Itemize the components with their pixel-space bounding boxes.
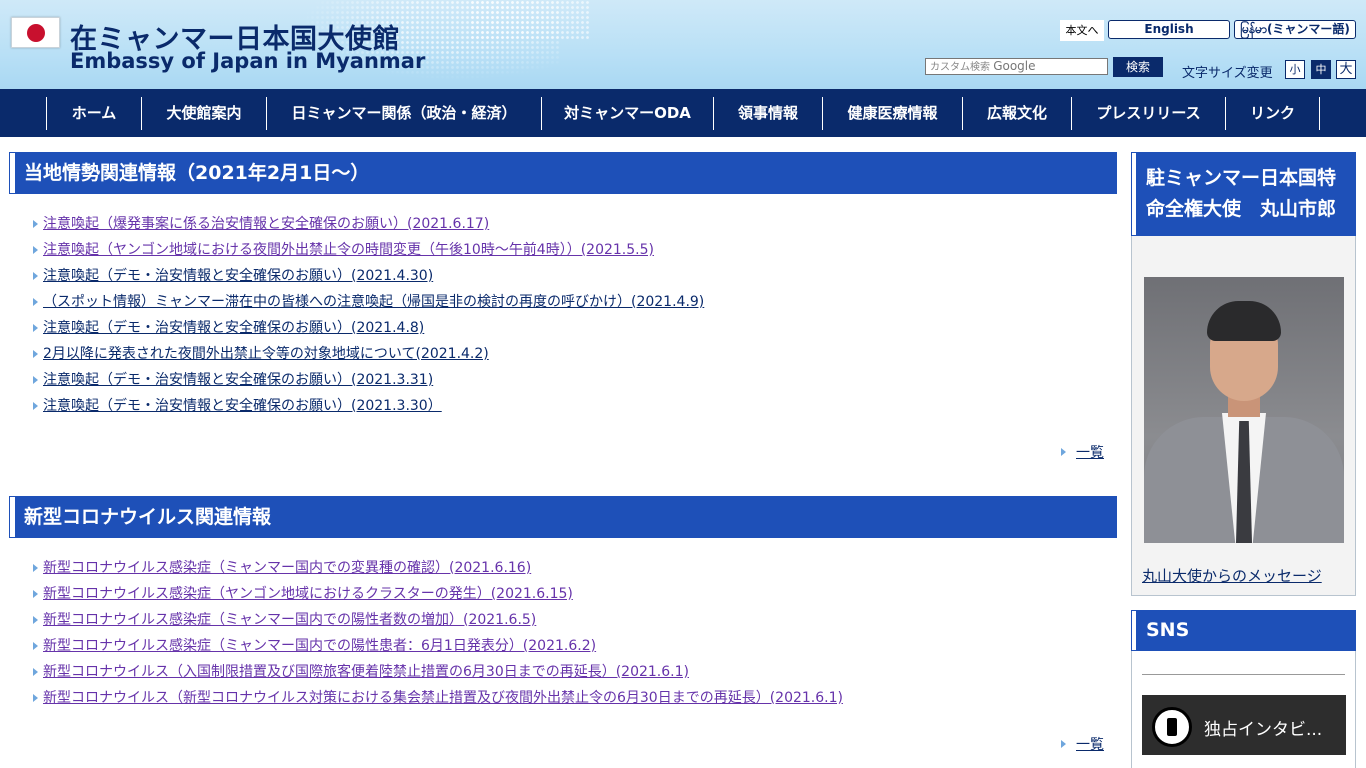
news-link[interactable]: 注意喚起（ヤンゴン地域における夜間外出禁止令の時間変更（午後10時〜午前4時））… bbox=[43, 242, 654, 258]
list-item: （スポット情報）ミャンマー滞在中の皆様への注意喚起（帰国是非の検討の再度の呼びか… bbox=[33, 289, 704, 315]
news-link[interactable]: 新型コロナウイルス感染症（ヤンゴン地域におけるクラスターの発生）(2021.6.… bbox=[43, 586, 573, 602]
nav-item-health[interactable]: 健康医療情報 bbox=[822, 97, 962, 130]
sns-box: SNS 独占インタビ... bbox=[1131, 610, 1356, 768]
arrow-icon bbox=[33, 220, 38, 228]
list-item: 注意喚起（デモ・治安情報と安全確保のお願い）(2021.4.30) bbox=[33, 263, 704, 289]
world-map-decoration-2 bbox=[470, 0, 590, 40]
news-link[interactable]: 注意喚起（デモ・治安情報と安全確保のお願い）(2021.3.31) bbox=[43, 372, 433, 388]
section-heading-local-situation: 当地情勢関連情報（2021年2月1日〜） bbox=[9, 152, 1117, 194]
site-header: 在ミャンマー日本国大使館 Embassy of Japan in Myanmar… bbox=[0, 0, 1366, 89]
font-size-label: 文字サイズ変更 bbox=[1182, 66, 1273, 81]
sns-heading: SNS bbox=[1131, 610, 1356, 651]
nav-item-links[interactable]: リンク bbox=[1225, 97, 1319, 130]
list-item: 注意喚起（デモ・治安情報と安全確保のお願い）(2021.3.31) bbox=[33, 367, 704, 393]
nav-item-press[interactable]: プレスリリース bbox=[1071, 97, 1225, 130]
news-link[interactable]: 新型コロナウイルス感染症（ミャンマー国内での変異種の確認）(2021.6.16) bbox=[43, 560, 531, 576]
arrow-icon bbox=[33, 590, 38, 598]
site-title-en[interactable]: Embassy of Japan in Myanmar bbox=[70, 49, 425, 73]
list-item: 新型コロナウイルス感染症（ミャンマー国内での陽性患者：6月1日発表分）(2021… bbox=[33, 633, 843, 659]
english-language-button[interactable]: English bbox=[1108, 20, 1230, 39]
ambassador-box: 駐ミャンマー日本国特命全権大使 丸山市郎 丸山大使からのメッセージ bbox=[1131, 152, 1356, 596]
nav-item-consular[interactable]: 領事情報 bbox=[713, 97, 822, 130]
channel-logo-icon bbox=[1152, 707, 1192, 747]
list-item: 注意喚起（デモ・治安情報と安全確保のお願い）(2021.4.8) bbox=[33, 315, 704, 341]
local-situation-list: 注意喚起（爆発事案に係る治安情報と安全確保のお願い）(2021.6.17) 注意… bbox=[33, 211, 704, 419]
video-title: 独占インタビ... bbox=[1204, 720, 1323, 740]
arrow-icon bbox=[33, 402, 38, 410]
list-item: 新型コロナウイルス（入国制限措置及び国際旅客便着陸禁止措置の6月30日までの再延… bbox=[33, 659, 843, 685]
list-item: 2月以降に発表された夜間外出禁止令等の対象地域について(2021.4.2) bbox=[33, 341, 704, 367]
font-size-small-button[interactable]: 小 bbox=[1285, 60, 1305, 79]
news-link[interactable]: 2月以降に発表された夜間外出禁止令等の対象地域について(2021.4.2) bbox=[43, 346, 489, 362]
more-link-covid: 一覧 bbox=[1061, 734, 1104, 754]
arrow-icon bbox=[1061, 448, 1066, 456]
list-item: 新型コロナウイルス（新型コロナウイルス対策における集会禁止措置及び夜間外出禁止令… bbox=[33, 685, 843, 711]
list-item: 新型コロナウイルス感染症（ミャンマー国内での変異種の確認）(2021.6.16) bbox=[33, 555, 843, 581]
news-link[interactable]: 注意喚起（デモ・治安情報と安全確保のお願い）(2021.4.8) bbox=[43, 320, 424, 336]
list-item: 新型コロナウイルス感染症（ヤンゴン地域におけるクラスターの発生）(2021.6.… bbox=[33, 581, 843, 607]
arrow-icon bbox=[33, 564, 38, 572]
arrow-icon bbox=[33, 668, 38, 676]
nav-item-embassy-info[interactable]: 大使館案内 bbox=[141, 97, 266, 130]
arrow-icon bbox=[33, 376, 38, 384]
section-title: 当地情勢関連情報（2021年2月1日〜） bbox=[24, 162, 370, 184]
nav-item-oda[interactable]: 対ミャンマーODA bbox=[541, 97, 713, 130]
list-item: 注意喚起（デモ・治安情報と安全確保のお願い）(2021.3.30） bbox=[33, 393, 704, 419]
search-button[interactable]: 検索 bbox=[1113, 57, 1163, 77]
section-heading-covid: 新型コロナウイルス関連情報 bbox=[9, 496, 1117, 538]
myanmar-language-button[interactable]: မြန်မာ(ミャンマー語) bbox=[1234, 20, 1356, 39]
arrow-icon bbox=[33, 616, 38, 624]
search-brand: Google bbox=[993, 59, 1036, 73]
arrow-icon bbox=[33, 642, 38, 650]
arrow-icon bbox=[33, 350, 38, 358]
nav-item-home[interactable]: ホーム bbox=[46, 97, 141, 130]
video-thumbnail[interactable]: 独占インタビ... bbox=[1142, 695, 1346, 755]
font-size-large-button[interactable]: 大 bbox=[1336, 60, 1356, 79]
news-link[interactable]: 新型コロナウイルス感染症（ミャンマー国内での陽性者数の増加）(2021.6.5) bbox=[43, 612, 536, 628]
news-link[interactable]: 注意喚起（爆発事案に係る治安情報と安全確保のお願い）(2021.6.17) bbox=[43, 216, 489, 232]
more-link-local: 一覧 bbox=[1061, 442, 1104, 462]
list-item: 注意喚起（爆発事案に係る治安情報と安全確保のお願い）(2021.6.17) bbox=[33, 211, 704, 237]
news-link[interactable]: 注意喚起（デモ・治安情報と安全確保のお願い）(2021.3.30） bbox=[43, 398, 442, 414]
ambassador-photo[interactable] bbox=[1144, 277, 1344, 543]
ambassador-heading: 駐ミャンマー日本国特命全権大使 丸山市郎 bbox=[1131, 152, 1356, 236]
arrow-icon bbox=[1061, 740, 1066, 748]
arrow-icon bbox=[33, 246, 38, 254]
news-link[interactable]: （スポット情報）ミャンマー滞在中の皆様への注意喚起（帰国是非の検討の再度の呼びか… bbox=[43, 294, 704, 310]
news-link[interactable]: 新型コロナウイルス（新型コロナウイルス対策における集会禁止措置及び夜間外出禁止令… bbox=[43, 690, 843, 706]
ambassador-message-link[interactable]: 丸山大使からのメッセージ bbox=[1142, 565, 1322, 586]
nav-item-culture[interactable]: 広報文化 bbox=[962, 97, 1071, 130]
nav-item-relations[interactable]: 日ミャンマー関係（政治・経済） bbox=[266, 97, 541, 130]
nav-divider bbox=[1319, 97, 1320, 130]
list-item: 注意喚起（ヤンゴン地域における夜間外出禁止令の時間変更（午後10時〜午前4時））… bbox=[33, 237, 704, 263]
skip-to-main-link[interactable]: 本文へ bbox=[1060, 20, 1104, 41]
japan-flag-icon bbox=[11, 17, 60, 48]
list-item: 新型コロナウイルス感染症（ミャンマー国内での陽性者数の増加）(2021.6.5) bbox=[33, 607, 843, 633]
arrow-icon bbox=[33, 272, 38, 280]
covid-list: 新型コロナウイルス感染症（ミャンマー国内での変異種の確認）(2021.6.16)… bbox=[33, 555, 843, 711]
arrow-icon bbox=[33, 324, 38, 332]
search-placeholder: カスタム検索 bbox=[930, 62, 990, 73]
arrow-icon bbox=[33, 694, 38, 702]
search-input[interactable]: カスタム検索 Google bbox=[925, 58, 1108, 75]
section-title: 新型コロナウイルス関連情報 bbox=[24, 506, 272, 528]
font-size-medium-button[interactable]: 中 bbox=[1311, 60, 1331, 79]
divider bbox=[1142, 674, 1345, 675]
news-link[interactable]: 注意喚起（デモ・治安情報と安全確保のお願い）(2021.4.30) bbox=[43, 268, 433, 284]
news-link[interactable]: 新型コロナウイルス感染症（ミャンマー国内での陽性患者：6月1日発表分）(2021… bbox=[43, 638, 596, 654]
list-all-link[interactable]: 一覧 bbox=[1076, 445, 1104, 461]
list-all-link[interactable]: 一覧 bbox=[1076, 737, 1104, 753]
arrow-icon bbox=[33, 298, 38, 306]
main-nav: ホーム 大使館案内 日ミャンマー関係（政治・経済） 対ミャンマーODA 領事情報… bbox=[0, 89, 1366, 137]
news-link[interactable]: 新型コロナウイルス（入国制限措置及び国際旅客便着陸禁止措置の6月30日までの再延… bbox=[43, 664, 689, 680]
